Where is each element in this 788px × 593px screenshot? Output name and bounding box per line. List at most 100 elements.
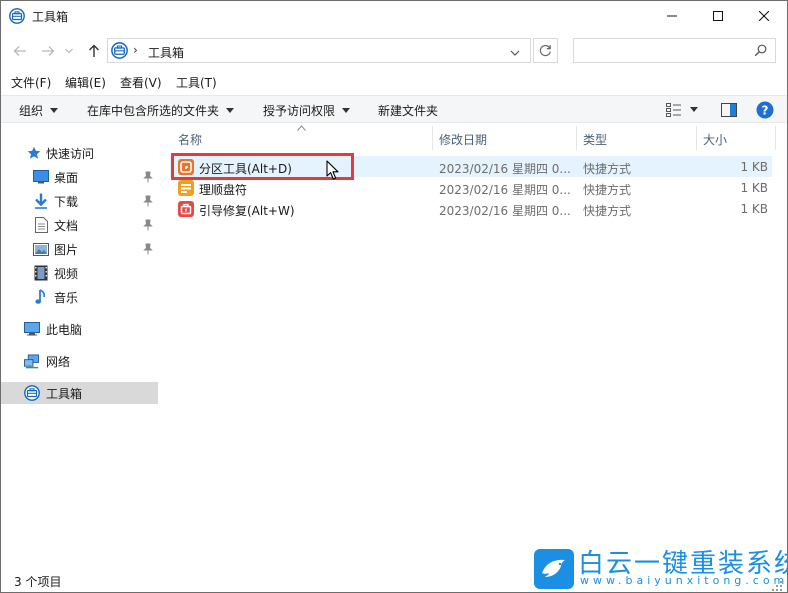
network-icon: [24, 353, 40, 369]
dropdown-arrow-icon: [342, 108, 351, 113]
search-box[interactable]: [573, 38, 776, 63]
sidebar-item-label: 工具箱: [46, 386, 83, 401]
organize-button[interactable]: 组织: [19, 102, 59, 119]
sort-ascending-icon: [297, 120, 306, 134]
minimize-icon: [667, 15, 677, 17]
pin-icon[interactable]: [143, 243, 153, 258]
sidebar-item-label: 桌面: [54, 170, 79, 185]
file-row[interactable]: 分区工具(Alt+D) 2023/02/16 星期四 0... 快捷方式 1 K…: [170, 156, 772, 177]
file-name[interactable]: 分区工具(Alt+D): [199, 160, 292, 177]
sidebar-item-videos[interactable]: 视频: [1, 262, 158, 284]
maximize-button[interactable]: [695, 1, 741, 31]
view-options-icon[interactable]: [666, 103, 682, 120]
sidebar-item-toolbox[interactable]: 工具箱: [1, 382, 158, 404]
breadcrumb-item-toolbox[interactable]: 工具箱: [148, 44, 184, 61]
pin-icon[interactable]: [143, 195, 153, 210]
arrow-left-icon: [13, 46, 26, 56]
grant-access-button[interactable]: 授予访问权限: [263, 102, 351, 119]
status-item-count: 3 个项目: [14, 575, 62, 589]
file-row[interactable]: 理顺盘符 2023/02/16 星期四 0... 快捷方式 1 KB: [170, 177, 772, 198]
sidebar-item-label: 下载: [54, 194, 79, 209]
resize-grip-icon[interactable]: [772, 580, 782, 593]
file-type: 快捷方式: [583, 204, 632, 218]
sidebar-item-label: 图片: [54, 242, 79, 257]
chevron-down-icon: [510, 50, 520, 56]
sidebar-item-label: 快速访问: [46, 146, 95, 161]
documents-icon: [33, 217, 49, 233]
mouse-pointer-icon: [326, 160, 340, 184]
search-icon[interactable]: [754, 44, 767, 60]
address-bar[interactable]: › 工具箱: [107, 38, 531, 63]
column-divider[interactable]: [432, 126, 433, 150]
pictures-icon: [33, 241, 49, 257]
file-row[interactable]: 引导修复(Alt+W) 2023/02/16 星期四 0... 快捷方式 1 K…: [170, 198, 772, 219]
file-date: 2023/02/16 星期四 0...: [439, 204, 571, 218]
svg-text:?: ?: [762, 104, 769, 118]
pin-icon[interactable]: [143, 171, 153, 186]
sidebar-item-downloads[interactable]: 下载: [1, 190, 158, 212]
sidebar-item-documents[interactable]: 文档: [1, 214, 158, 236]
file-size: 1 KB: [740, 202, 768, 216]
computer-icon: [24, 321, 40, 337]
breadcrumb-separator[interactable]: ›: [133, 43, 138, 57]
back-button[interactable]: [10, 41, 30, 61]
forward-button[interactable]: [38, 41, 58, 61]
file-size: 1 KB: [740, 181, 768, 195]
sidebar-item-quick-access[interactable]: 快速访问: [1, 142, 158, 164]
window-title: 工具箱: [32, 10, 69, 24]
close-button[interactable]: [741, 1, 787, 31]
partition-tool-icon: [178, 159, 194, 175]
music-icon: [33, 289, 49, 305]
grant-access-label: 授予访问权限: [263, 104, 336, 118]
sidebar-item-label: 网络: [46, 354, 71, 369]
column-divider[interactable]: [696, 126, 697, 150]
menu-file[interactable]: 文件(F): [11, 74, 51, 91]
boot-repair-tool-icon: [178, 201, 194, 217]
help-icon[interactable]: ?: [756, 101, 774, 122]
arrow-right-icon: [42, 46, 55, 56]
menu-edit[interactable]: 编辑(E): [65, 74, 106, 91]
column-divider[interactable]: [775, 126, 776, 150]
file-type: 快捷方式: [583, 183, 632, 197]
maximize-icon: [713, 11, 723, 21]
toolbox-folder-icon: [111, 42, 128, 59]
preview-pane-icon[interactable]: [721, 103, 737, 120]
pin-icon[interactable]: [143, 219, 153, 234]
minimize-button[interactable]: [649, 1, 695, 31]
column-header-date[interactable]: 修改日期: [439, 131, 487, 155]
watermark-url: www.baiyunxitong.com: [580, 574, 788, 587]
new-folder-button[interactable]: 新建文件夹: [378, 102, 438, 119]
view-options-dropdown[interactable]: [690, 107, 698, 112]
column-header-size[interactable]: 大小: [703, 131, 727, 155]
include-in-library-button[interactable]: 在库中包含所选的文件夹: [87, 102, 235, 119]
drive-letter-tool-icon: [178, 180, 194, 196]
sidebar-item-label: 此电脑: [46, 322, 83, 337]
up-button[interactable]: [84, 41, 104, 61]
refresh-button[interactable]: [533, 38, 558, 63]
bird-logo-icon: [534, 549, 574, 592]
sidebar-item-pictures[interactable]: 图片: [1, 238, 158, 260]
navigation-pane: 快速访问 桌面 下载 文档 图片 视频 音乐 此电脑 网络 工具箱: [1, 124, 159, 568]
sidebar-item-desktop[interactable]: 桌面: [1, 166, 158, 188]
videos-icon: [33, 265, 49, 281]
column-header-type[interactable]: 类型: [583, 131, 607, 155]
chevron-down-icon: [65, 48, 73, 54]
address-history-dropdown[interactable]: [510, 46, 520, 60]
search-input[interactable]: [578, 41, 746, 60]
dropdown-arrow-icon: [50, 108, 59, 113]
sidebar-item-this-pc[interactable]: 此电脑: [1, 318, 158, 340]
menu-tools[interactable]: 工具(T): [176, 74, 217, 91]
dropdown-arrow-icon: [226, 108, 235, 113]
title-bar[interactable]: 工具箱: [1, 1, 787, 31]
sidebar-item-music[interactable]: 音乐: [1, 286, 158, 308]
column-divider[interactable]: [576, 126, 577, 150]
column-header-name[interactable]: 名称: [178, 131, 202, 155]
download-icon: [33, 193, 49, 209]
sidebar-item-network[interactable]: 网络: [1, 350, 158, 372]
file-date: 2023/02/16 星期四 0...: [439, 162, 571, 176]
recent-locations-button[interactable]: [62, 41, 76, 61]
menu-view[interactable]: 查看(V): [120, 74, 162, 91]
file-name[interactable]: 引导修复(Alt+W): [199, 202, 295, 219]
file-name[interactable]: 理顺盘符: [199, 181, 247, 198]
sidebar-item-label: 视频: [54, 266, 79, 281]
